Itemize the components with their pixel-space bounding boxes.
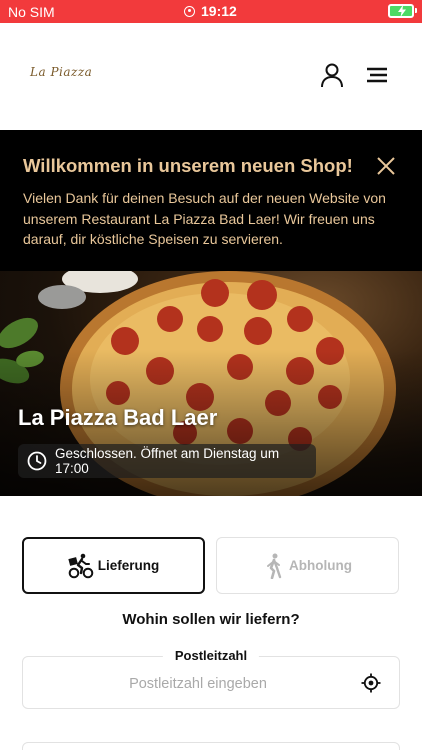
site-header: La Piazza: [0, 23, 422, 130]
status-bar: No SIM 19:12: [0, 0, 422, 23]
banner-title: Willkommen in unserem neuen Shop!: [23, 155, 353, 176]
delivery-bike-icon: [68, 553, 94, 578]
pickup-option-button[interactable]: Abholung: [216, 537, 399, 594]
restaurant-logo[interactable]: La Piazza: [30, 65, 92, 79]
zip-code-input[interactable]: [35, 671, 361, 697]
clock: 19:12: [184, 3, 237, 19]
account-button[interactable]: [318, 61, 346, 89]
close-banner-button[interactable]: [375, 155, 397, 177]
delivery-option-label: Lieferung: [97, 558, 160, 573]
menu-button[interactable]: [364, 63, 390, 87]
alarm-icon: [184, 5, 195, 17]
clock-icon: [27, 451, 47, 471]
delivery-question: Wohin sollen wir liefern?: [122, 611, 300, 628]
close-icon: [377, 157, 395, 175]
banner-text: Vielen Dank für deinen Besuch auf der ne…: [23, 190, 386, 247]
battery-icon: [388, 4, 417, 18]
hamburger-menu-icon: [367, 67, 387, 83]
pickup-option-label: Abholung: [289, 558, 352, 573]
crosshair-location-icon: [361, 673, 381, 693]
locate-me-button[interactable]: [361, 673, 381, 693]
user-icon: [321, 63, 343, 88]
opening-status-badge: Geschlossen. Öffnet am Dienstag um 17:00: [18, 444, 316, 478]
carrier-label: No SIM: [8, 4, 55, 20]
time-label: 19:12: [201, 3, 237, 19]
restaurant-name: La Piazza Bad Laer: [18, 405, 218, 430]
hero-section: La Piazza Bad Laer Geschlossen. Öffnet a…: [0, 271, 422, 496]
next-section-card: [22, 742, 400, 750]
welcome-banner: Willkommen in unserem neuen Shop! Vielen…: [0, 130, 422, 271]
zip-code-label: Postleitzahl: [162, 648, 260, 663]
walking-person-icon: [267, 553, 282, 579]
zip-code-field: Postleitzahl: [22, 648, 400, 709]
delivery-option-button[interactable]: Lieferung: [22, 537, 205, 594]
opening-status-text: Geschlossen. Öffnet am Dienstag um 17:00: [54, 446, 280, 476]
